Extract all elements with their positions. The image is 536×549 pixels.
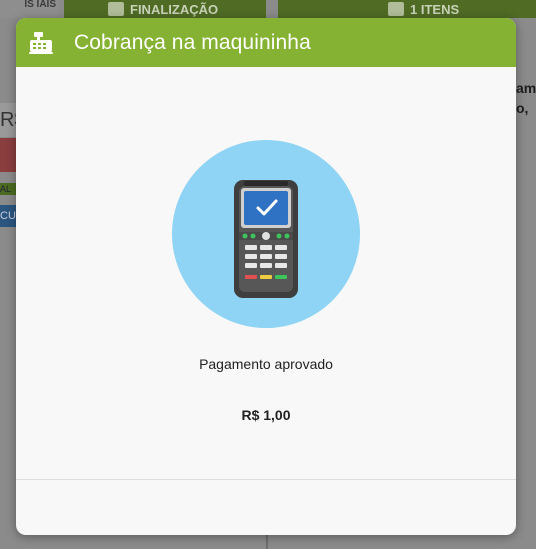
modal-body: Pagamento aprovado R$ 1,00 [16, 67, 516, 480]
background-top-left-label: ÍS IAIS [0, 0, 58, 18]
box-icon [388, 2, 404, 16]
modal-header: Cobrança na maquininha [16, 18, 516, 67]
cash-register-icon [29, 31, 53, 54]
finalize-icon [108, 2, 124, 16]
card-machine-approved-icon [172, 140, 360, 328]
background-right-text: ame o, [516, 80, 536, 116]
background-tab-finalizacao: FINALIZAÇÃO [64, 0, 266, 18]
payment-status-text: Pagamento aprovado [199, 356, 333, 372]
background-tab-items: 1 ITENS [278, 0, 536, 18]
modal-title: Cobrança na maquininha [74, 30, 311, 54]
background-divider [266, 535, 268, 549]
payment-amount: R$ 1,00 [241, 407, 291, 423]
payment-modal: Cobrança na maquininha Pagamento aprovad… [16, 18, 516, 535]
